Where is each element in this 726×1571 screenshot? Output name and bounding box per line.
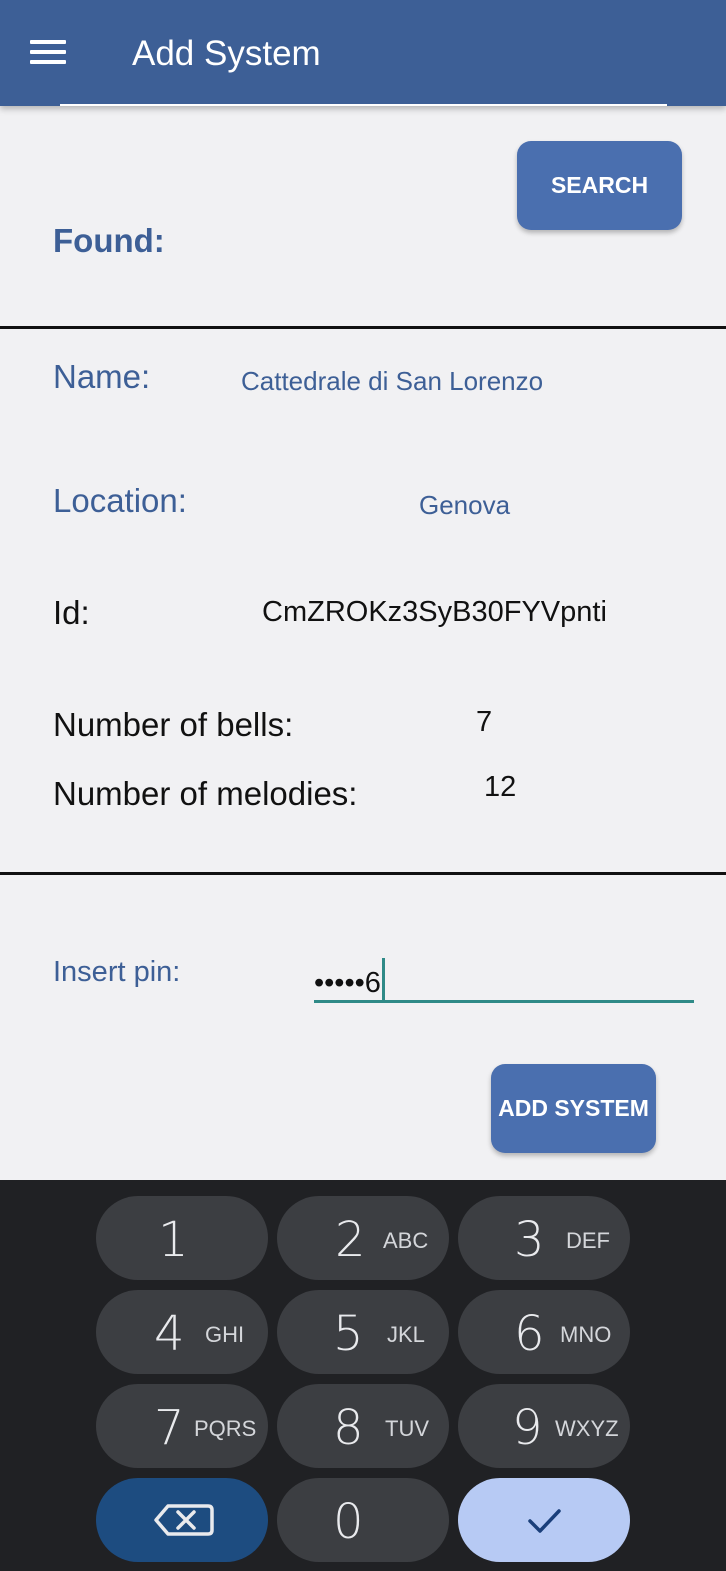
key-digit: 1	[158, 1212, 189, 1268]
key-digit: 4	[154, 1306, 185, 1362]
divider-top	[0, 326, 726, 329]
key-letters: PQRS	[194, 1416, 257, 1441]
location-value: Genova	[419, 490, 511, 520]
key-letters: DEF	[566, 1228, 610, 1253]
melodies-value: 12	[484, 771, 517, 803]
page-title: Add System	[132, 34, 321, 73]
key-letters: WXYZ	[555, 1416, 619, 1441]
key-8[interactable]: 8 TUV	[277, 1384, 449, 1468]
key-digit: 8	[333, 1400, 364, 1456]
bells-value: 7	[476, 706, 493, 738]
pin-label: Insert pin:	[53, 956, 181, 988]
found-label: Found:	[53, 222, 165, 259]
checkmark-icon	[528, 1509, 561, 1533]
key-letters: ABC	[383, 1228, 429, 1253]
bells-label: Number of bells:	[53, 706, 294, 743]
id-value: CmZROKz3SyB30FYVpnti	[262, 596, 607, 628]
numeric-keyboard: 1 2 ABC 3 DEF 4 GHI 5 JKL 6 MNO 7 PQRS 8…	[0, 1180, 726, 1571]
key-1[interactable]: 1	[96, 1196, 268, 1280]
key-digit: 7	[154, 1400, 185, 1456]
key-6[interactable]: 6 MNO	[458, 1290, 630, 1374]
location-label: Location:	[53, 482, 187, 519]
melodies-label: Number of melodies:	[53, 775, 358, 812]
divider-strip	[60, 104, 667, 106]
search-button[interactable]: SEARCH	[517, 141, 682, 230]
key-4[interactable]: 4 GHI	[96, 1290, 268, 1374]
key-digit: 2	[335, 1212, 366, 1268]
backspace-icon	[154, 1504, 214, 1536]
key-5[interactable]: 5 JKL	[277, 1290, 449, 1374]
key-letters: MNO	[560, 1322, 612, 1347]
key-3[interactable]: 3 DEF	[458, 1196, 630, 1280]
app-bar: Add System	[0, 0, 726, 106]
text-caret	[381, 958, 385, 1000]
divider-bottom	[0, 872, 726, 875]
pin-value: •••••6	[314, 967, 381, 999]
key-letters: JKL	[387, 1322, 425, 1347]
key-0[interactable]: 0	[277, 1478, 449, 1562]
key-digit: 5	[333, 1306, 364, 1362]
id-label: Id:	[53, 594, 90, 631]
name-value: Cattedrale di San Lorenzo	[241, 366, 544, 396]
key-letters: GHI	[205, 1322, 245, 1347]
key-digit: 3	[514, 1212, 545, 1268]
done-key[interactable]	[458, 1478, 630, 1562]
key-9[interactable]: 9 WXYZ	[458, 1384, 630, 1468]
backspace-key[interactable]	[96, 1478, 268, 1562]
key-digit: 0	[333, 1494, 364, 1550]
key-digit: 6	[514, 1306, 545, 1362]
key-2[interactable]: 2 ABC	[277, 1196, 449, 1280]
key-digit: 9	[512, 1400, 543, 1456]
hamburger-menu-icon[interactable]	[30, 38, 68, 66]
add-system-button[interactable]: ADD SYSTEM	[491, 1064, 656, 1153]
name-label: Name:	[53, 358, 151, 395]
key-7[interactable]: 7 PQRS	[96, 1384, 268, 1468]
pin-input[interactable]: •••••6	[314, 950, 694, 1003]
key-letters: TUV	[385, 1416, 429, 1441]
